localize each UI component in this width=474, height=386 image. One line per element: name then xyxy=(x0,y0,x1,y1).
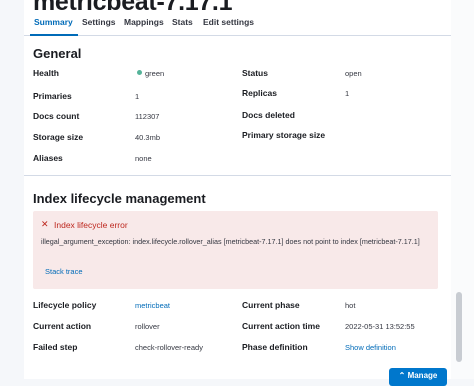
aliases-value: none xyxy=(135,154,152,163)
health-status-dot xyxy=(137,70,142,75)
primary-storage-size-label: Primary storage size xyxy=(242,130,326,140)
docs-count-value: 112307 xyxy=(135,112,160,121)
lifecycle-policy-link[interactable]: metricbeat xyxy=(135,301,170,310)
manage-button[interactable]: ⌃ Manage xyxy=(389,368,447,386)
storage-size-label: Storage size xyxy=(33,132,84,142)
current-action-label: Current action xyxy=(33,321,92,331)
replicas-value: 1 xyxy=(345,89,350,98)
show-definition-link[interactable]: Show definition xyxy=(345,343,396,352)
current-action-time-label: Current action time xyxy=(242,321,320,331)
aliases-label: Aliases xyxy=(33,153,63,163)
tab-edit-settings[interactable]: Edit settings xyxy=(203,17,254,27)
phase-definition-label: Phase definition xyxy=(242,342,308,352)
lifecycle-error-callout: ✕ Index lifecycle error illegal_argument… xyxy=(33,211,438,289)
docs-count-label: Docs count xyxy=(33,111,80,121)
error-icon: ✕ xyxy=(41,219,49,229)
index-details-flyout: metricbeat-7.17.1 Summary Settings Mappi… xyxy=(24,0,451,379)
lifecycle-policy-label: Lifecycle policy xyxy=(33,300,97,310)
tab-stats[interactable]: Stats xyxy=(172,17,193,27)
storage-size-value: 40.3mb xyxy=(135,133,161,142)
failed-step-label: Failed step xyxy=(33,342,78,352)
primaries-label: Primaries xyxy=(33,91,72,101)
current-phase-label: Current phase xyxy=(242,300,300,310)
ilm-heading: Index lifecycle management xyxy=(33,191,206,206)
status-value: open xyxy=(345,69,362,78)
current-phase-value: hot xyxy=(345,301,356,310)
current-action-time-value: 2022-05-31 13:52:55 xyxy=(345,322,415,331)
selected-tab-indicator xyxy=(30,34,78,36)
current-action-value: rollover xyxy=(135,322,160,331)
tab-bar: Summary Settings Mappings Stats Edit set… xyxy=(24,11,451,36)
stack-trace-link[interactable]: Stack trace xyxy=(45,267,83,276)
error-title: Index lifecycle error xyxy=(54,220,128,230)
health-value: green xyxy=(145,69,165,78)
health-label: Health xyxy=(33,68,59,78)
tab-summary[interactable]: Summary xyxy=(34,17,73,27)
error-message: illegal_argument_exception: index.lifecy… xyxy=(41,237,420,246)
primaries-value: 1 xyxy=(135,92,140,101)
section-divider xyxy=(24,175,451,176)
failed-step-value: check-rollover-ready xyxy=(135,343,203,352)
tab-mappings[interactable]: Mappings xyxy=(124,17,164,27)
status-label: Status xyxy=(242,68,268,78)
docs-deleted-label: Docs deleted xyxy=(242,110,295,120)
general-heading: General xyxy=(33,46,82,61)
replicas-label: Replicas xyxy=(242,88,277,98)
scrollbar-track[interactable] xyxy=(451,0,474,379)
tab-settings[interactable]: Settings xyxy=(82,17,116,27)
scrollbar-thumb[interactable] xyxy=(456,292,462,362)
